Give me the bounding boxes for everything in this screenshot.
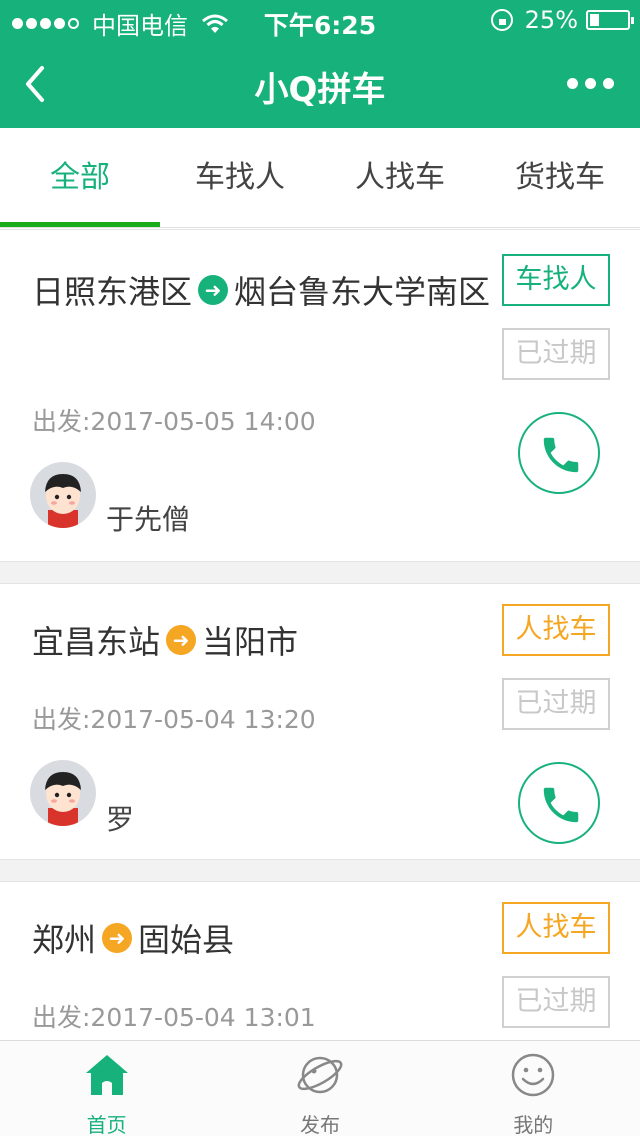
- app-header: 中国电信 下午6:25 25% 小Q拼车: [0, 0, 640, 128]
- user-name: 于先僧: [106, 503, 191, 536]
- arrow-right-icon: ➜: [166, 625, 197, 655]
- home-icon: [85, 1055, 128, 1095]
- post-card[interactable]: 日照东港区 ➜ 烟台鲁东大学南区 车找人 已过期 出发:2017-05-05 14:…: [0, 229, 640, 562]
- post-card[interactable]: 宜昌东站 ➜ 当阳市 人找车 已过期 出发:2017-05-04 13:20 罗: [0, 583, 640, 860]
- user-name: 罗: [106, 803, 135, 836]
- bottom-tab-bar: 首页 发布 我的: [0, 1040, 640, 1136]
- destination: 当阳市: [202, 623, 299, 661]
- tab-cargo-seeks-car[interactable]: 货找车: [480, 128, 640, 227]
- status-bar: 中国电信 下午6:25 25%: [0, 0, 640, 40]
- smiley-icon: [512, 1053, 555, 1097]
- nav-bar: 小Q拼车: [0, 40, 640, 128]
- tabbar-mine-label: 我的: [513, 1113, 554, 1136]
- route: 宜昌东站 ➜ 当阳市: [32, 616, 492, 668]
- departure-time: 出发:2017-05-04 13:01: [32, 1003, 316, 1032]
- tabbar-mine[interactable]: 我的: [427, 1041, 640, 1136]
- tabbar-home[interactable]: 首页: [0, 1041, 213, 1136]
- status-badge: 已过期: [502, 328, 610, 380]
- post-list: 日照东港区 ➜ 烟台鲁东大学南区 车找人 已过期 出发:2017-05-05 14:…: [0, 229, 640, 1040]
- category-tabs: 全部 车找人 人找车 货找车: [0, 128, 640, 228]
- origin: 郑州: [32, 921, 97, 959]
- arrow-right-icon: ➜: [198, 275, 229, 305]
- type-badge: 人找车: [502, 604, 610, 656]
- tabbar-publish-label: 发布: [299, 1113, 340, 1136]
- battery-percent: 25%: [524, 6, 578, 34]
- more-options-icon[interactable]: [560, 78, 614, 89]
- planet-icon: [297, 1056, 343, 1094]
- origin: 宜昌东站: [32, 623, 161, 661]
- tab-people-seek-car[interactable]: 人找车: [320, 128, 480, 227]
- type-badge: 人找车: [502, 902, 610, 954]
- phone-icon: [543, 787, 579, 823]
- avatar: [30, 462, 96, 528]
- origin: 日照东港区: [32, 273, 193, 311]
- tab-all[interactable]: 全部: [0, 128, 160, 227]
- battery-icon: [586, 10, 634, 30]
- departure-time: 出发:2017-05-04 13:20: [32, 705, 316, 734]
- post-card[interactable]: 郑州 ➜ 固始县 人找车 已过期 出发:2017-05-04 13:01: [0, 881, 640, 1040]
- tab-car-seeks-people[interactable]: 车找人: [160, 128, 320, 227]
- tabbar-home-label: 首页: [86, 1113, 127, 1136]
- rotation-lock-icon: [490, 9, 513, 31]
- status-badge: 已过期: [502, 976, 610, 1028]
- route: 郑州 ➜ 固始县: [32, 914, 492, 966]
- status-badge: 已过期: [502, 678, 610, 730]
- page-title: 小Q拼车: [254, 70, 386, 110]
- destination: 固始县: [138, 921, 235, 959]
- departure-time: 出发:2017-05-05 14:00: [32, 407, 316, 436]
- arrow-right-icon: ➜: [102, 923, 133, 953]
- phone-icon: [543, 437, 579, 473]
- type-badge: 车找人: [502, 254, 610, 306]
- call-button[interactable]: [518, 762, 600, 844]
- call-button[interactable]: [518, 412, 600, 494]
- destination: 烟台鲁东大学南区: [234, 273, 491, 311]
- avatar: [30, 760, 96, 826]
- route: 日照东港区 ➜ 烟台鲁东大学南区: [32, 266, 492, 318]
- tabbar-publish[interactable]: 发布: [213, 1041, 426, 1136]
